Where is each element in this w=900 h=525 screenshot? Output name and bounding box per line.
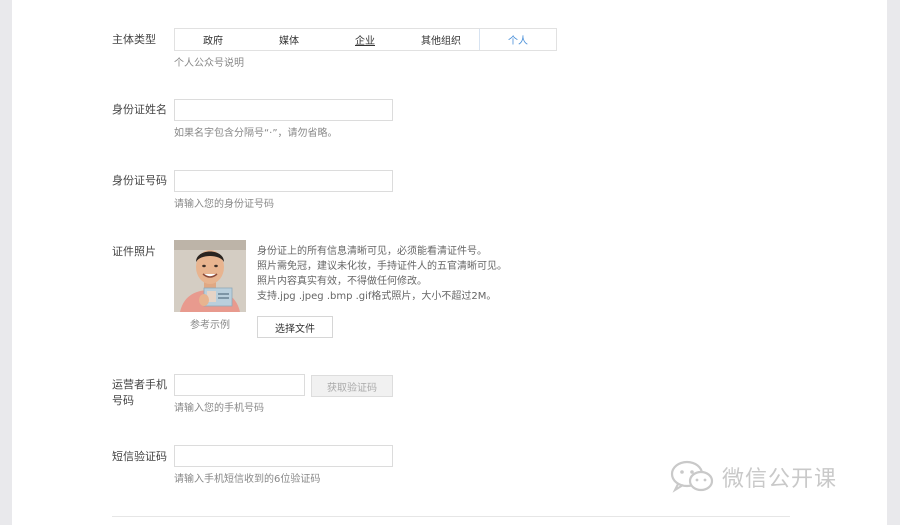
phone-label: 运营者手机 号码 <box>112 377 167 409</box>
id-name-input[interactable] <box>174 99 393 121</box>
sms-code-hint: 请输入手机短信收到的6位验证码 <box>174 474 321 485</box>
form-panel: 主体类型 政府 媒体 企业 其他组织 个人 个人公众号说明 身份证姓名 如果名字… <box>12 0 887 525</box>
tab-enterprise[interactable]: 企业 <box>327 29 403 50</box>
sample-photo-caption: 参考示例 <box>190 320 230 331</box>
id-name-hint: 如果名字包含分隔号“·”，请勿省略。 <box>174 128 338 139</box>
sms-code-input[interactable] <box>174 445 393 467</box>
tab-government[interactable]: 政府 <box>175 29 251 50</box>
tab-other-organization[interactable]: 其他组织 <box>403 29 479 50</box>
subject-type-description: 个人公众号说明 <box>174 58 244 69</box>
id-number-input[interactable] <box>174 170 393 192</box>
sample-photo-image <box>174 240 246 312</box>
phone-label-line1: 运营者手机 <box>112 378 167 391</box>
tab-individual[interactable]: 个人 <box>479 29 556 50</box>
choose-file-button[interactable]: 选择文件 <box>257 316 333 338</box>
phone-input[interactable] <box>174 374 305 396</box>
phone-hint: 请输入您的手机号码 <box>174 403 264 414</box>
get-code-button[interactable]: 获取验证码 <box>311 375 393 397</box>
photo-requirement-2: 照片需免冠，建议未化妆，手持证件人的五官清晰可见。 <box>257 261 507 272</box>
photo-requirement-1: 身份证上的所有信息清晰可见，必须能看清证件号。 <box>257 246 487 257</box>
bottom-divider <box>112 516 790 517</box>
id-number-label: 身份证号码 <box>112 174 167 187</box>
subject-type-tabs: 政府 媒体 企业 其他组织 个人 <box>174 28 557 51</box>
sms-code-label: 短信验证码 <box>112 450 167 463</box>
wechat-logo-icon <box>670 460 714 493</box>
id-name-label: 身份证姓名 <box>112 103 167 116</box>
photo-requirement-4: 支持.jpg .jpeg .bmp .gif格式照片，大小不超过2M。 <box>257 291 497 302</box>
watermark-text: 微信公开课 <box>722 467 838 492</box>
id-number-hint: 请输入您的身份证号码 <box>174 199 274 210</box>
subject-type-label: 主体类型 <box>112 33 156 46</box>
sample-photo <box>174 240 246 312</box>
tab-media[interactable]: 媒体 <box>251 29 327 50</box>
photo-requirements: 身份证上的所有信息清晰可见，必须能看清证件号。 照片需免冠，建议未化妆，手持证件… <box>257 244 507 304</box>
watermark: 微信公开课 <box>670 460 837 494</box>
photo-requirement-3: 照片内容真实有效，不得做任何修改。 <box>257 276 427 287</box>
id-photo-label: 证件照片 <box>112 245 156 258</box>
phone-label-line2: 号码 <box>112 394 134 407</box>
